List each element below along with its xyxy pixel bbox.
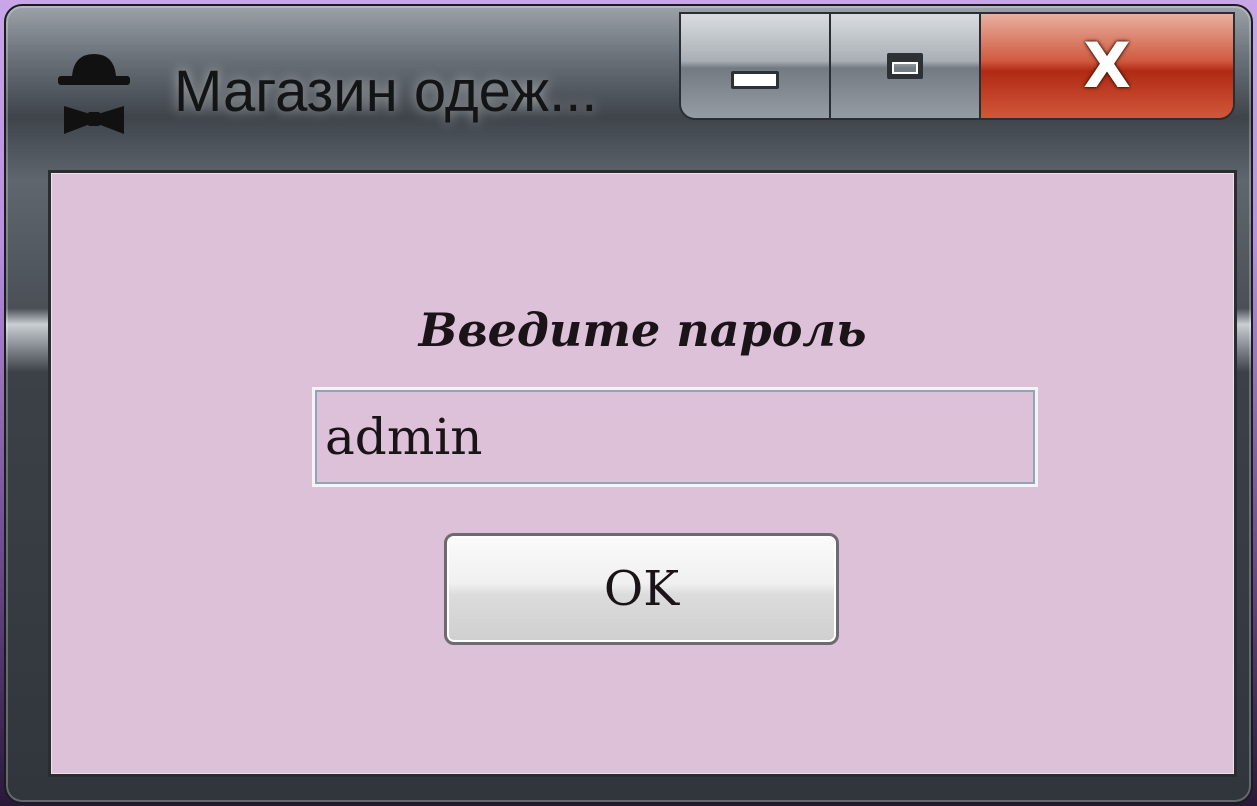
- hat-bowtie-icon: [58, 54, 130, 134]
- password-input[interactable]: [312, 387, 1038, 487]
- window-controls: X: [679, 12, 1235, 120]
- window-title: Магазин одеж...: [174, 59, 598, 124]
- minimize-button[interactable]: [681, 14, 831, 118]
- maximize-button[interactable]: [831, 14, 981, 118]
- dialog-body: Введите пароль OK: [48, 170, 1237, 777]
- close-button[interactable]: X: [981, 14, 1233, 118]
- maximize-icon: [887, 53, 923, 79]
- ok-button[interactable]: OK: [444, 533, 839, 645]
- title-bar[interactable]: Магазин одеж... X: [6, 6, 1251, 156]
- minimize-icon: [731, 71, 779, 89]
- password-prompt-label: Введите пароль: [418, 303, 867, 357]
- login-window: Магазин одеж... X Введите пароль OK: [4, 4, 1253, 804]
- close-icon: X: [1083, 29, 1131, 102]
